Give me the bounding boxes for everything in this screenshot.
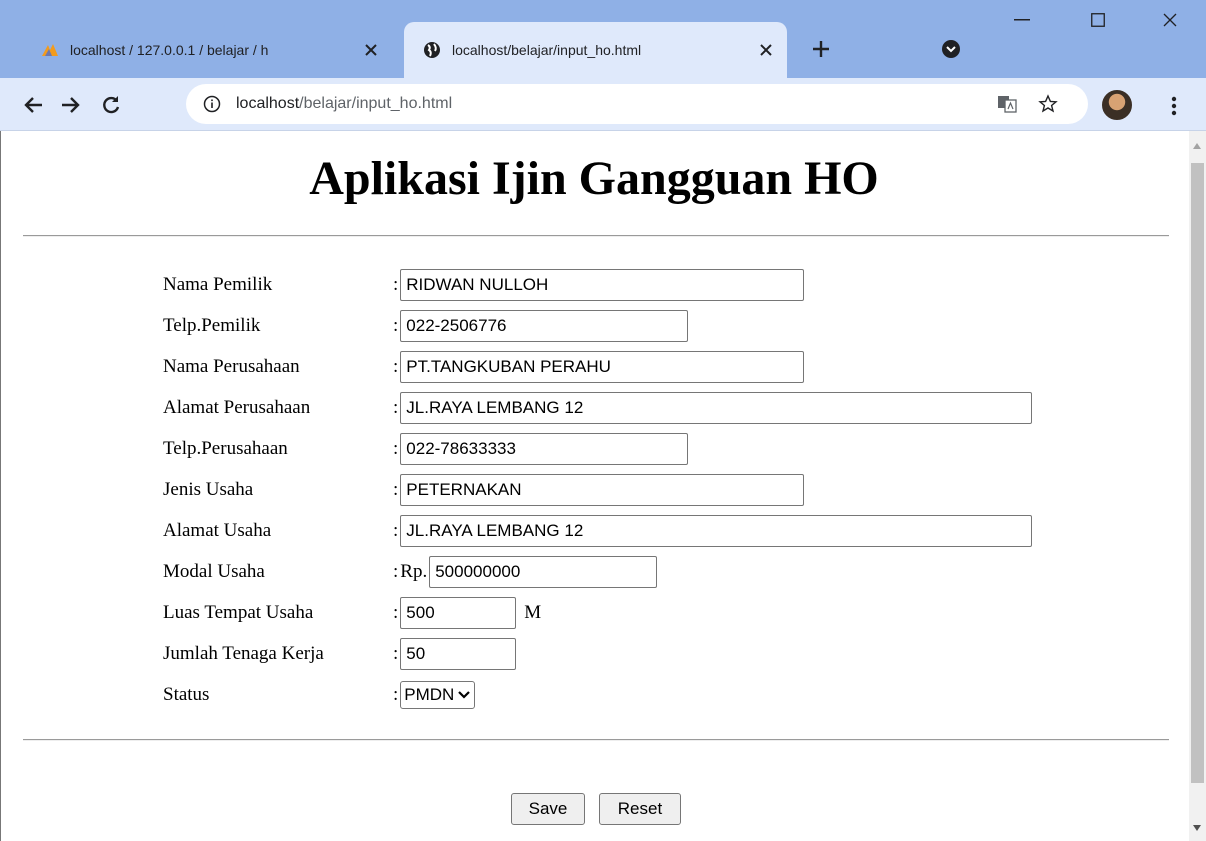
scroll-up-arrow-icon[interactable] <box>1193 143 1201 149</box>
forward-button[interactable] <box>56 90 86 120</box>
vertical-scrollbar[interactable] <box>1189 131 1206 841</box>
colon: : <box>393 274 399 295</box>
nama-perusahaan-input[interactable] <box>400 351 805 383</box>
label-jumlah-tenaga-kerja: Jumlah Tenaga Kerja <box>163 643 324 664</box>
page-title: Aplikasi Ijin Gangguan HO <box>309 152 879 205</box>
row-nama-perusahaan: Nama Perusahaan : <box>163 351 805 383</box>
arrow-left-icon <box>24 97 42 113</box>
label-telp-pemilik: Telp.Pemilik <box>163 315 261 336</box>
row-luas-tempat-usaha: Luas Tempat Usaha : M <box>163 597 541 629</box>
divider <box>23 739 1169 741</box>
url-text[interactable]: localhost/belajar/input_ho.html <box>236 95 452 113</box>
telp-pemilik-input[interactable] <box>400 310 689 342</box>
window-close-button[interactable] <box>1140 0 1200 40</box>
kebab-menu-icon <box>1171 96 1177 116</box>
arrow-right-icon <box>62 97 80 113</box>
plus-icon <box>813 41 829 57</box>
close-icon <box>1163 13 1177 27</box>
tab-title: localhost/belajar/input_ho.html <box>452 42 642 58</box>
colon: : <box>393 356 399 377</box>
browser-toolbar: localhost/belajar/input_ho.html <box>0 78 1206 131</box>
scroll-down-arrow-icon[interactable] <box>1193 825 1201 831</box>
colon: : <box>393 438 399 459</box>
telp-perusahaan-input[interactable] <box>400 433 689 465</box>
label-status: Status <box>163 684 210 705</box>
alamat-perusahaan-input[interactable] <box>400 392 1033 424</box>
url-host: localhost <box>236 95 300 112</box>
label-modal-usaha: Modal Usaha <box>163 561 265 582</box>
label-jenis-usaha: Jenis Usaha <box>163 479 254 500</box>
browser-menu-button[interactable] <box>1162 91 1186 121</box>
row-alamat-usaha: Alamat Usaha : <box>163 515 1033 547</box>
jumlah-tenaga-kerja-input[interactable] <box>400 638 517 670</box>
minimize-icon <box>1014 19 1030 21</box>
colon: : <box>393 479 399 500</box>
row-telp-perusahaan: Telp.Perusahaan : <box>163 433 689 465</box>
colon: : <box>393 561 399 582</box>
colon: : <box>393 520 399 541</box>
row-status: Status : PMDN <box>163 679 476 711</box>
nama-pemilik-input[interactable] <box>400 269 805 301</box>
divider <box>23 235 1169 237</box>
modal-usaha-input[interactable] <box>429 556 658 588</box>
globe-icon <box>422 40 442 60</box>
reload-icon <box>103 96 120 114</box>
info-icon[interactable] <box>202 94 222 114</box>
status-selected-value: PMDN <box>404 685 455 704</box>
back-button[interactable] <box>18 90 48 120</box>
tab-title: localhost / 127.0.0.1 / belajar / h <box>70 42 269 58</box>
scrollbar-thumb[interactable] <box>1191 163 1204 783</box>
unit-label: M <box>524 602 542 623</box>
address-bar[interactable]: localhost/belajar/input_ho.html <box>186 84 1088 124</box>
row-alamat-perusahaan: Alamat Perusahaan : <box>163 392 1033 424</box>
row-modal-usaha: Modal Usaha : Rp. <box>163 556 658 588</box>
colon: : <box>393 315 399 336</box>
colon: : <box>393 643 399 664</box>
colon: : <box>393 684 399 705</box>
close-icon[interactable] <box>360 39 382 61</box>
phpmyadmin-icon <box>40 40 60 60</box>
label-nama-perusahaan: Nama Perusahaan <box>163 356 300 377</box>
status-select[interactable]: PMDN <box>400 681 476 709</box>
chevron-down-circle-icon <box>942 40 960 58</box>
alamat-usaha-input[interactable] <box>400 515 1033 547</box>
label-nama-pemilik: Nama Pemilik <box>163 274 273 295</box>
maximize-icon <box>1091 13 1105 27</box>
save-button[interactable]: Save <box>511 793 585 825</box>
row-jenis-usaha: Jenis Usaha : <box>163 474 805 506</box>
minimize-button[interactable] <box>992 0 1052 40</box>
translate-icon[interactable] <box>996 93 1018 115</box>
tab-input-ho[interactable]: localhost/belajar/input_ho.html <box>404 22 787 78</box>
colon: : <box>393 397 399 418</box>
row-telp-pemilik: Telp.Pemilik : <box>163 310 689 342</box>
tab-phpmyadmin[interactable]: localhost / 127.0.0.1 / belajar / h <box>22 22 392 78</box>
page-viewport: Aplikasi Ijin Gangguan HO Nama Pemilik :… <box>0 131 1206 841</box>
reload-button[interactable] <box>96 90 126 120</box>
label-alamat-usaha: Alamat Usaha <box>163 520 272 541</box>
luas-tempat-usaha-input[interactable] <box>400 597 517 629</box>
row-nama-pemilik: Nama Pemilik : <box>163 269 805 301</box>
chevron-down-icon <box>458 691 471 699</box>
currency-prefix: Rp. <box>400 561 428 582</box>
label-alamat-perusahaan: Alamat Perusahaan <box>163 397 311 418</box>
jenis-usaha-input[interactable] <box>400 474 805 506</box>
bookmark-star-icon[interactable] <box>1036 92 1060 116</box>
reset-button[interactable]: Reset <box>599 793 681 825</box>
label-luas-tempat-usaha: Luas Tempat Usaha <box>163 602 314 623</box>
url-path: /belajar/input_ho.html <box>299 95 453 112</box>
label-telp-perusahaan: Telp.Perusahaan <box>163 438 288 459</box>
tab-search-button[interactable] <box>938 36 964 62</box>
colon: : <box>393 602 399 623</box>
maximize-button[interactable] <box>1068 0 1128 40</box>
close-icon[interactable] <box>755 39 777 61</box>
new-tab-button[interactable] <box>806 34 836 64</box>
profile-avatar[interactable] <box>1100 88 1134 122</box>
row-jumlah-tenaga-kerja: Jumlah Tenaga Kerja : <box>163 638 517 670</box>
